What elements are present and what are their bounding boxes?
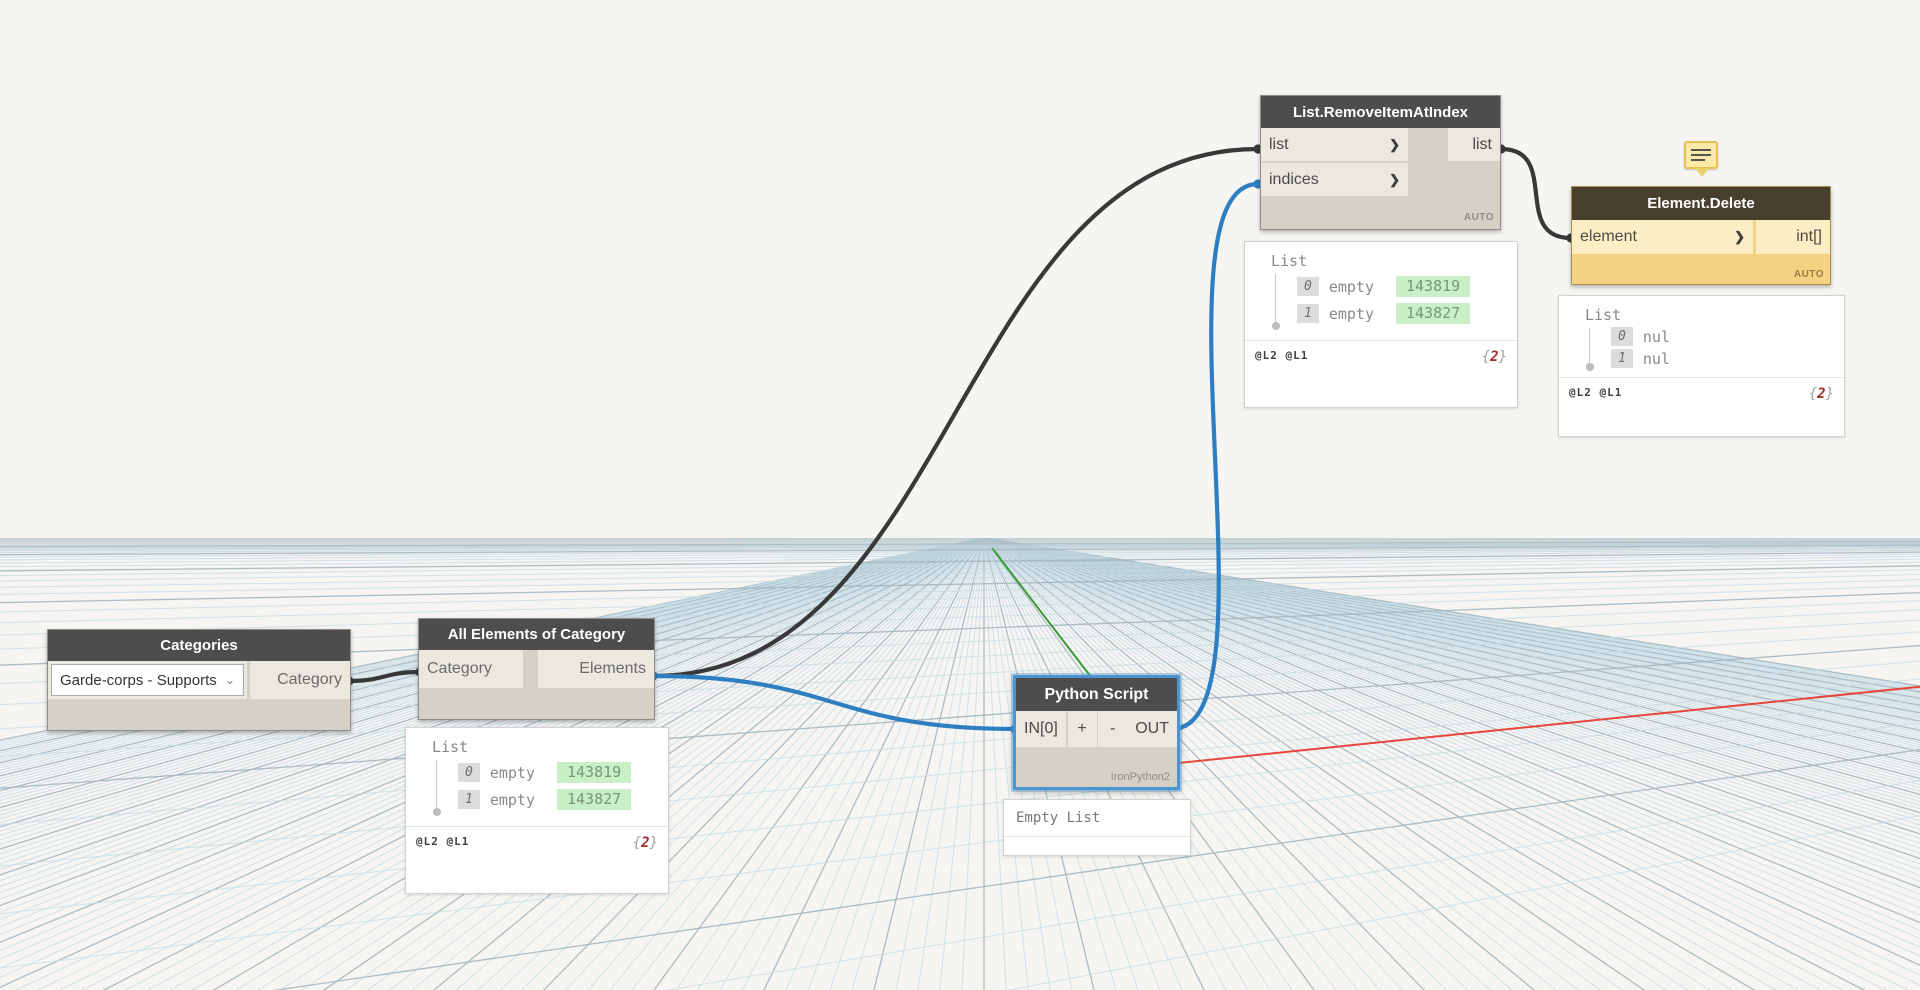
lacing-levels[interactable]: @L2 @L1 [1569,386,1622,399]
list-count: {2} [632,835,658,851]
category-dropdown[interactable]: Garde-corps - Supports ⌄ [51,664,244,696]
input-port-list[interactable]: list ❯ [1261,128,1408,161]
wires-layer [344,144,1576,734]
list-title: List [1585,306,1622,324]
list-title: List [432,738,469,756]
default-value-chevron-icon[interactable]: ❯ [1734,229,1745,245]
item-value: 143819 [1395,276,1471,297]
item-value: 143819 [556,762,632,783]
port-label: list [1269,135,1289,153]
item-index: 0 [458,763,480,782]
node-title[interactable]: All Elements of Category [419,619,654,650]
item-value: nul [1642,327,1670,346]
item-value: nul [1642,349,1670,368]
item-index: 1 [1297,304,1319,323]
node-title[interactable]: List.RemoveItemAtIndex [1261,96,1500,128]
list-item: 0 empty 143819 [458,762,656,783]
node-title[interactable]: Element.Delete [1572,187,1830,220]
item-value: 143827 [1395,303,1471,324]
preview-bubble-removed[interactable]: List 0 empty 143819 1 empty 143827 @L2 @… [1244,241,1518,408]
list-item: 1 empty 143827 [1297,303,1505,324]
node-categories[interactable]: Categories Garde-corps - Supports ⌄ Cate… [47,629,351,731]
chevron-down-icon: ⌄ [224,673,235,687]
item-type: empty [1328,277,1374,296]
lacing-badge[interactable]: AUTO [1464,212,1494,223]
node-note[interactable] [1684,141,1718,177]
node-title[interactable]: Categories [48,630,350,661]
empty-list-text: Empty List [1016,810,1101,826]
list-tree-line [1275,274,1276,326]
dynamo-canvas[interactable]: List 0 empty 143819 1 empty 143827 @L2 @… [0,0,1920,990]
input-port-element[interactable]: element ❯ [1572,220,1753,254]
output-port-list[interactable]: list [1448,128,1500,161]
item-value: 143827 [556,789,632,810]
item-index: 1 [1611,349,1633,368]
lacing-levels[interactable]: @L2 @L1 [416,835,469,848]
node-list-removeitematindex[interactable]: List.RemoveItemAtIndex list ❯ list indic… [1260,95,1501,230]
port-label: indices [1269,170,1319,188]
preview-bubble-elements[interactable]: List 0 empty 143819 1 empty 143827 @L2 @… [405,727,669,894]
node-element-delete[interactable]: Element.Delete element ❯ int[] AUTO [1571,186,1831,285]
lacing-levels[interactable]: @L2 @L1 [1255,349,1308,362]
dropdown-cell: Garde-corps - Supports ⌄ [48,661,247,699]
workspace-grid [0,538,1920,990]
list-tree-dot [1585,363,1594,371]
item-type: empty [489,790,535,809]
default-value-chevron-icon[interactable]: ❯ [1389,137,1400,153]
node-python-script[interactable]: Python Script IN[0] + - OUT IronPython2 [1013,675,1180,790]
node-title[interactable]: Python Script [1016,678,1177,711]
output-port-elements[interactable]: Elements [538,650,654,688]
item-type: empty [489,763,535,782]
item-type: empty [1328,304,1374,323]
python-engine-label: IronPython2 [1110,771,1170,783]
list-item: 0 empty 143819 [1297,276,1505,297]
input-port-indices[interactable]: indices ❯ [1261,163,1408,196]
item-index: 1 [458,790,480,809]
list-tree-line [1589,328,1590,367]
list-item: 1 nul [1611,349,1832,368]
lacing-badge[interactable]: AUTO [1794,269,1824,280]
preview-bubble-python[interactable]: Empty List [1003,799,1191,856]
note-tail [1695,168,1709,177]
item-index: 0 [1297,277,1319,296]
input-port-category[interactable]: Category [419,650,523,688]
list-tree-dot [1271,322,1280,330]
dropdown-value: Garde-corps - Supports [60,671,217,689]
list-title: List [1271,252,1308,270]
output-port-int[interactable]: int[] [1756,220,1830,254]
preview-bubble-deleted[interactable]: List 0 nul 1 nul @L2 @L1 {2} [1558,295,1845,437]
output-port-category[interactable]: Category [250,661,350,699]
list-tree-dot [432,808,441,816]
node-all-elements-of-category[interactable]: All Elements of Category Category Elemen… [418,618,655,720]
list-count: {2} [1481,349,1507,365]
note-icon[interactable] [1684,141,1718,169]
add-input-button[interactable]: + [1067,711,1097,747]
list-tree-line [436,760,437,812]
item-index: 0 [1611,327,1633,346]
list-item: 1 empty 143827 [458,789,656,810]
default-value-chevron-icon[interactable]: ❯ [1389,172,1400,188]
remove-input-button[interactable]: - [1098,711,1128,747]
list-item: 0 nul [1611,327,1832,346]
output-port-out[interactable]: OUT [1127,711,1178,747]
list-count: {2} [1808,386,1834,402]
port-label: element [1580,228,1637,245]
input-port-in0[interactable]: IN[0] [1016,711,1066,747]
